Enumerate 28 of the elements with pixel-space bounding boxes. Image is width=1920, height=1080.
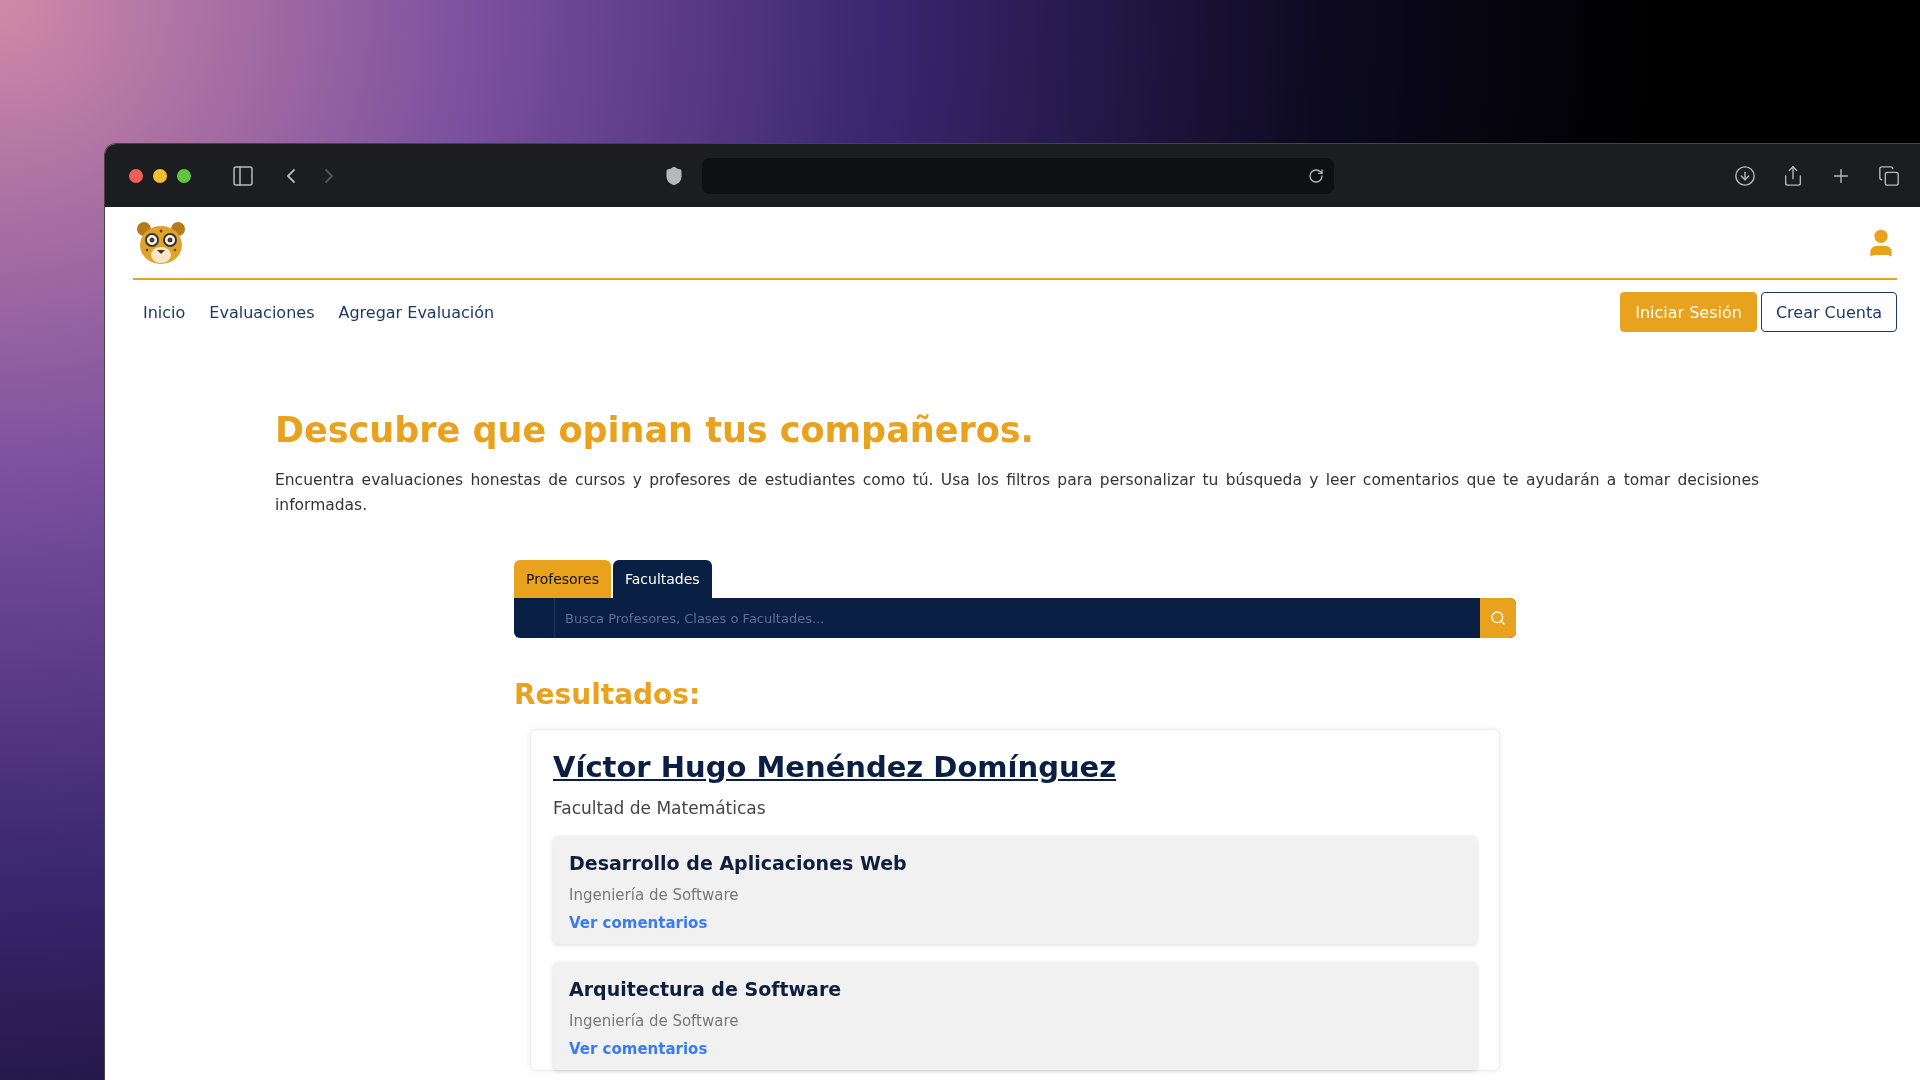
close-window-icon[interactable] (129, 168, 143, 183)
minimize-window-icon[interactable] (153, 168, 167, 183)
course-title: Arquitectura de Software (569, 978, 843, 1000)
nav-link[interactable]: Inicio (133, 294, 196, 330)
share-icon[interactable] (1782, 164, 1804, 187)
cat-face-logo (135, 219, 187, 266)
comments-link[interactable]: Ver comentarios (569, 914, 708, 932)
page-heading: Descubre que opinan tus compañeros. (275, 410, 1035, 450)
comments-link[interactable]: Ver comentarios (569, 1040, 708, 1058)
sidebar-icon[interactable] (231, 163, 255, 188)
maximize-window-icon[interactable] (177, 168, 191, 183)
nav-link[interactable]: Evaluaciones (199, 294, 325, 330)
search-icon (1490, 610, 1506, 626)
signup-button[interactable]: Crear Cuenta (1760, 292, 1897, 332)
program-label: Ingeniería de Software (569, 886, 740, 904)
tabs-overview-icon[interactable] (1878, 164, 1900, 187)
intro-paragraph: Encuentra evaluaciones honestas de cursos y profesores de estudiantes como tú. Usa los filtros para personalizar tu búsqueda y leer comentarios que te ayudarán a tomar decisiones informadas. (275, 470, 1759, 516)
search-tab[interactable]: Facultades (612, 560, 712, 598)
shield-icon[interactable] (664, 165, 684, 186)
download-icon[interactable] (1734, 164, 1756, 187)
course-title: Desarrollo de Aplicaciones Web (569, 852, 908, 874)
program-label: Ingeniería de Software (569, 1012, 740, 1030)
search-tab[interactable]: Profesores (514, 560, 611, 598)
professor-name-link[interactable]: Víctor Hugo Menéndez Domínguez (553, 750, 1117, 784)
results-heading: Resultados: (514, 678, 702, 711)
nav-link[interactable]: Agregar Evaluación (328, 294, 505, 330)
reload-icon[interactable] (1308, 167, 1324, 184)
faculty-label: Facultad de Matemáticas (553, 798, 767, 818)
